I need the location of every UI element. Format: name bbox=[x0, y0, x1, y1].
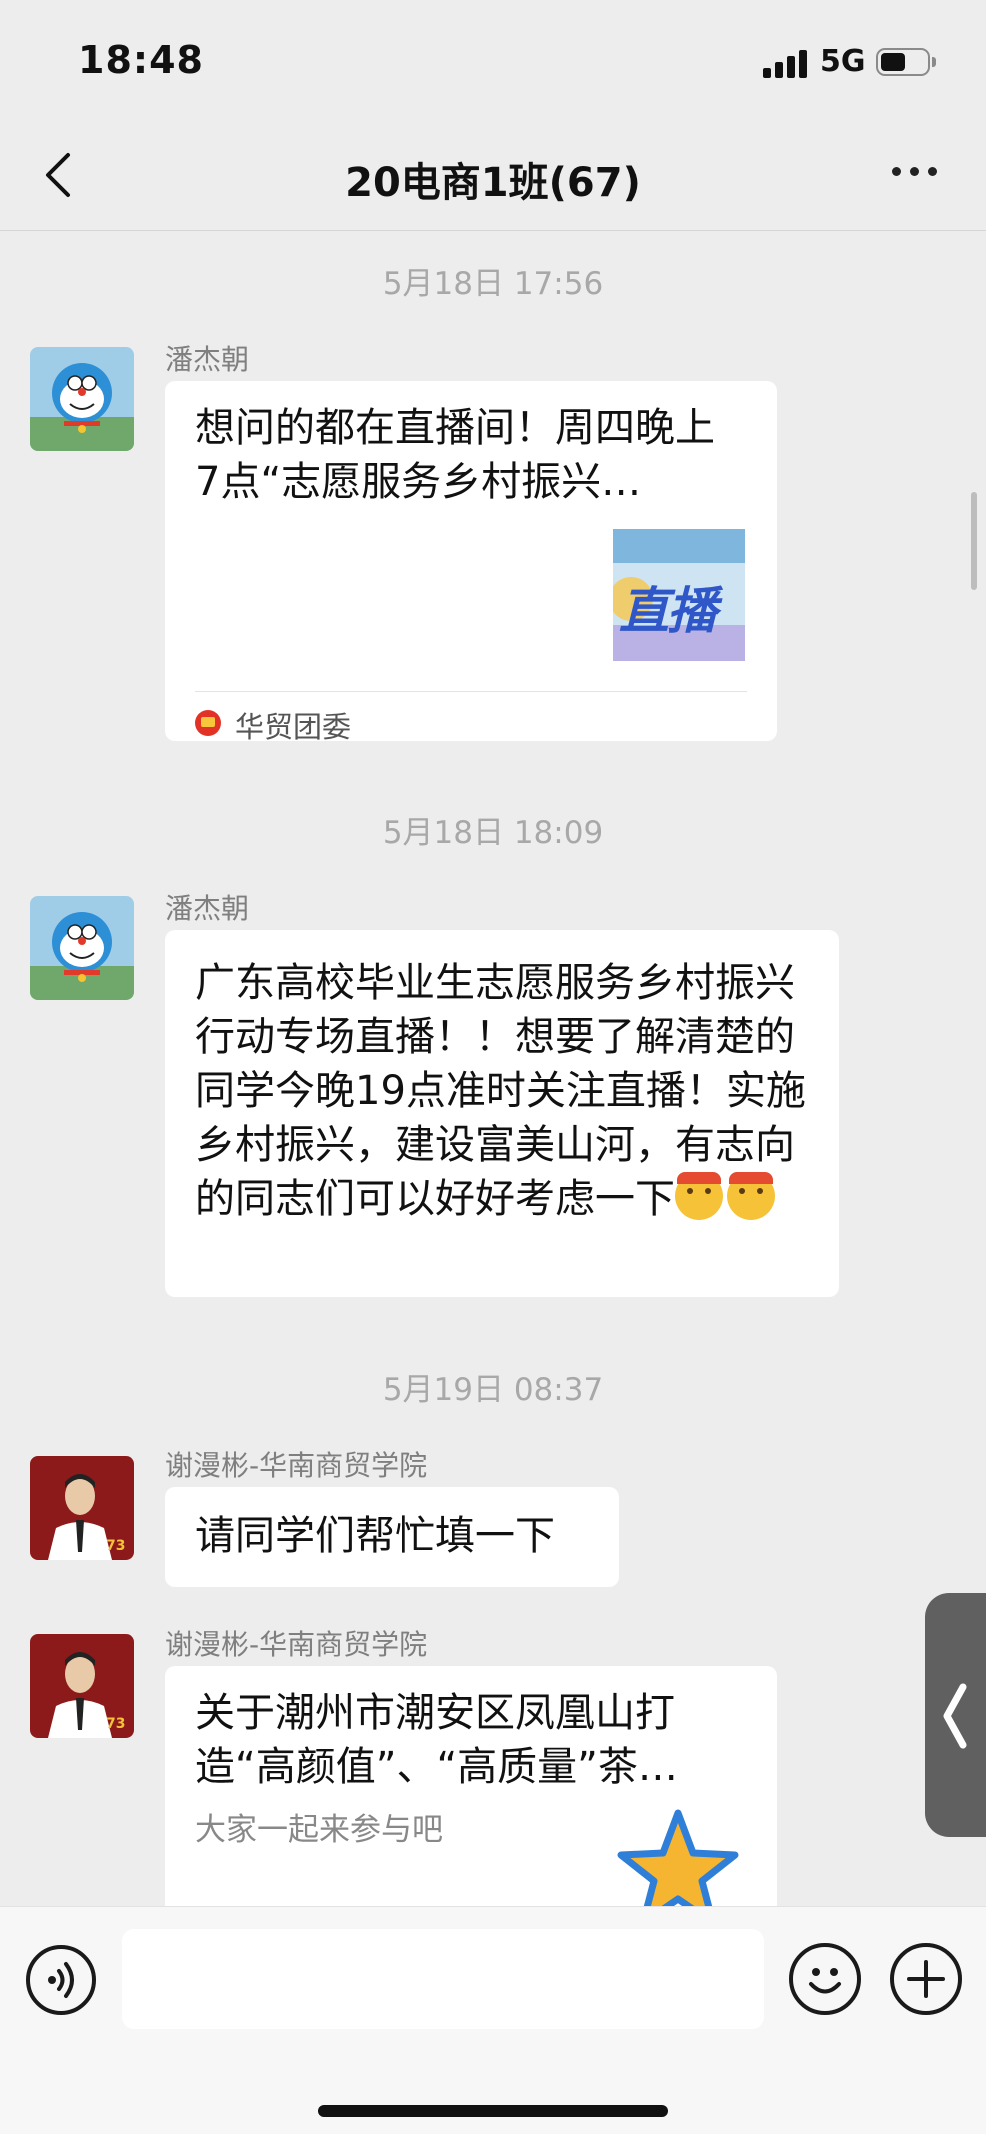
message-input[interactable] bbox=[122, 1929, 764, 2029]
message-text: 广东高校毕业生志愿服务乡村振兴行动专场直播！！想要了解清楚的同学今晚19点准时关… bbox=[195, 960, 806, 1222]
sender-name: 潘杰朝 bbox=[165, 892, 250, 925]
link-card-title: 想问的都在直播间！周四晚上7点“志愿服务乡村振兴… bbox=[195, 405, 715, 505]
avatar[interactable] bbox=[30, 347, 134, 451]
message-input-bar bbox=[0, 1906, 986, 2134]
emoji-icon bbox=[727, 1172, 775, 1220]
timestamp: 5月19日 08:37 bbox=[382, 1372, 604, 1408]
voice-icon bbox=[48, 1962, 74, 1998]
voice-input-button[interactable] bbox=[26, 1945, 96, 2015]
more-actions-button[interactable] bbox=[890, 1943, 962, 2015]
message-text: 请同学们帮忙填一下 bbox=[195, 1513, 555, 1559]
svg-text:73: 73 bbox=[106, 1716, 125, 1732]
chevron-left-icon bbox=[943, 1683, 967, 1749]
link-card-source-name: 华贸团委 bbox=[235, 710, 352, 744]
sender-name: 谢漫彬-华南商贸学院 bbox=[165, 1449, 428, 1482]
text-bubble[interactable]: 广东高校毕业生志愿服务乡村振兴行动专场直播！！想要了解清楚的同学今晚19点准时关… bbox=[165, 930, 839, 1297]
timestamp: 5月18日 17:56 bbox=[382, 266, 604, 302]
home-indicator bbox=[318, 2105, 668, 2117]
thumbnail-text: 直播 bbox=[619, 582, 717, 640]
link-card-bubble[interactable]: 关于潮州市潮安区凤凰山打造“高颜值”、“高质量”茶… 大家一起来参与吧 bbox=[165, 1666, 777, 1927]
link-card-description: 大家一起来参与吧 bbox=[195, 1812, 443, 1848]
timestamp: 5月18日 18:09 bbox=[382, 815, 604, 851]
floating-side-handle[interactable] bbox=[925, 1593, 986, 1837]
scroll-indicator[interactable] bbox=[971, 492, 977, 590]
chat-title: 20电商1班(67) bbox=[345, 160, 641, 206]
link-card-title: 关于潮州市潮安区凤凰山打造“高颜值”、“高质量”茶… bbox=[195, 1690, 678, 1790]
sender-name: 潘杰朝 bbox=[165, 343, 250, 376]
emoji-icon bbox=[675, 1172, 723, 1220]
signal-icon bbox=[763, 50, 809, 78]
party-emblem-icon bbox=[195, 710, 221, 736]
chat-screen: 18:48 5G 20电商1班(67) 5月18日 17:56 潘杰朝 想问的都… bbox=[0, 0, 986, 2134]
plus-icon bbox=[907, 1960, 945, 1998]
avatar[interactable] bbox=[30, 896, 134, 1000]
status-time: 18:48 bbox=[78, 38, 204, 82]
link-card-source: 华贸团委 bbox=[195, 691, 747, 748]
text-bubble[interactable]: 请同学们帮忙填一下 bbox=[165, 1487, 619, 1587]
avatar[interactable]: 73 bbox=[30, 1456, 134, 1560]
link-card-thumbnail: 直播 bbox=[613, 529, 745, 661]
link-card-bubble[interactable]: 想问的都在直播间！周四晚上7点“志愿服务乡村振兴… 直播 华贸团委 bbox=[165, 381, 777, 744]
smiley-icon bbox=[809, 1968, 841, 1994]
sender-name: 谢漫彬-华南商贸学院 bbox=[165, 1628, 428, 1661]
network-label: 5G bbox=[820, 44, 866, 79]
ellipsis-icon[interactable] bbox=[890, 162, 940, 182]
chat-header: 20电商1班(67) bbox=[0, 120, 986, 231]
svg-text:73: 73 bbox=[106, 1538, 125, 1554]
avatar[interactable]: 73 bbox=[30, 1634, 134, 1738]
status-bar: 18:48 5G bbox=[0, 0, 986, 120]
battery-icon bbox=[876, 48, 936, 76]
emoji-picker-button[interactable] bbox=[789, 1943, 861, 2015]
